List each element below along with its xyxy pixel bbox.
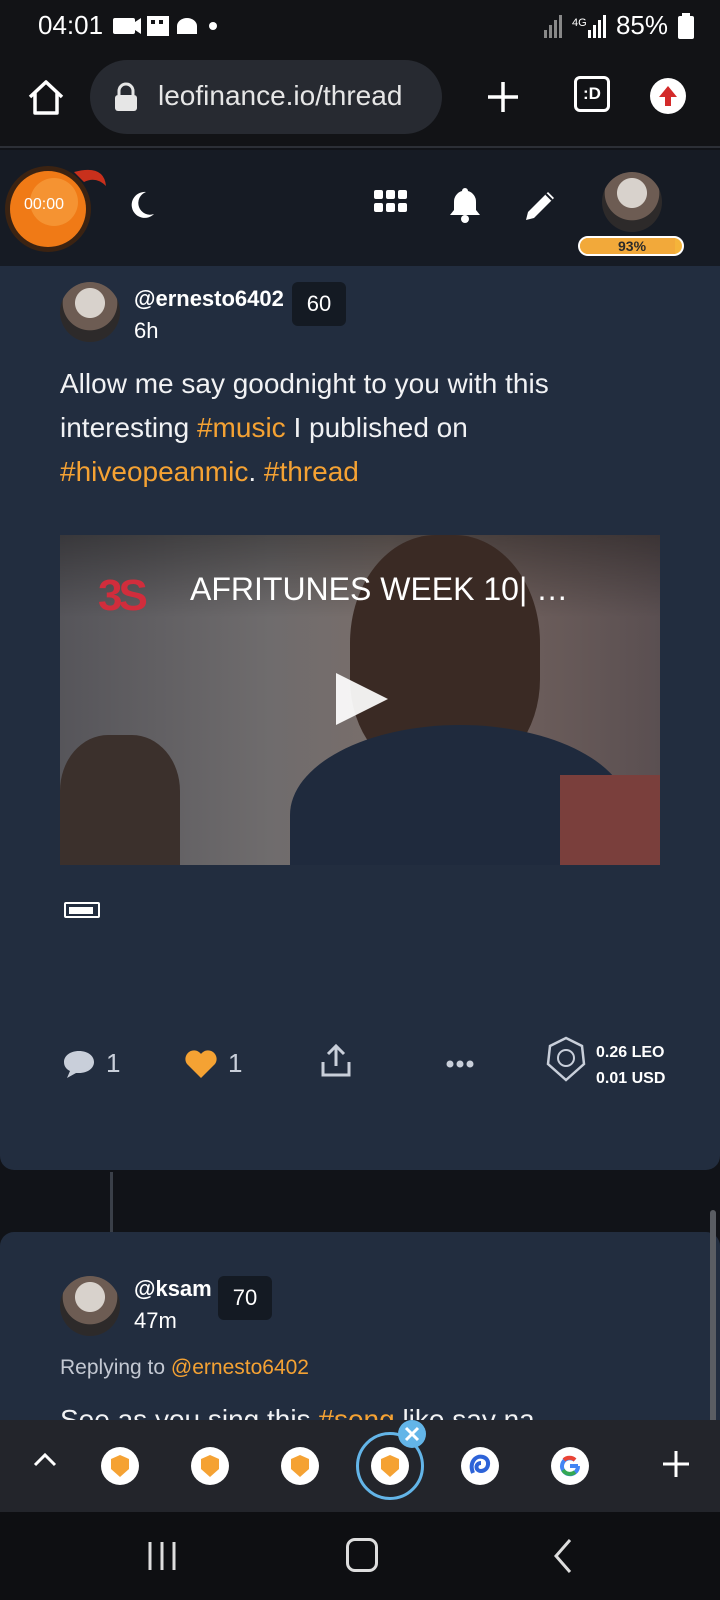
scrollbar[interactable] xyxy=(710,1210,716,1430)
payout-usd: 0.01 USD xyxy=(596,1070,666,1087)
thread-connector xyxy=(110,1172,113,1232)
voting-power-bar: 93% xyxy=(578,236,684,256)
image-placeholder-icon xyxy=(64,902,100,918)
status-bar: 04:01 4G 85% xyxy=(0,0,720,52)
payout-leo: 0.26 LEO xyxy=(596,1044,665,1061)
close-tab-icon[interactable] xyxy=(398,1420,426,1448)
battery-percent: 85% xyxy=(615,10,668,40)
audio-player-logo[interactable]: 00:00 xyxy=(4,164,106,254)
reply-body: See as you sing this #song like say na xyxy=(60,1398,535,1422)
svg-text:4G: 4G xyxy=(572,17,587,29)
plus-icon[interactable] xyxy=(660,1448,692,1485)
video-thumbnail-bg xyxy=(560,775,660,865)
reputation-badge: 60 xyxy=(292,282,346,326)
tab-count: :D xyxy=(583,84,601,103)
upload-icon[interactable] xyxy=(650,78,686,114)
notification-icons xyxy=(113,12,223,46)
like-count: 1 xyxy=(228,1048,243,1078)
channel-logo: 3S xyxy=(98,571,148,620)
replying-to-user[interactable]: @ernesto6402 xyxy=(171,1356,309,1379)
pencil-icon[interactable] xyxy=(522,188,558,229)
heart-icon xyxy=(185,1049,217,1078)
more-icon[interactable] xyxy=(446,1056,474,1074)
apps-grid-icon[interactable] xyxy=(374,190,408,221)
share-icon[interactable] xyxy=(320,1043,352,1083)
hashtag-link[interactable]: #music xyxy=(197,412,286,443)
lock-icon xyxy=(114,82,138,117)
thread-reply: @ksam 70 47m Replying to @ernesto6402 Se… xyxy=(0,1232,720,1422)
lion-icon xyxy=(544,1036,588,1087)
system-status: 4G 85% xyxy=(543,10,694,41)
post-body: Allow me say goodnight to you with this … xyxy=(60,362,660,494)
moon-icon[interactable] xyxy=(128,190,156,225)
post-age: 6h xyxy=(134,318,159,343)
url-text: leofinance.io/thread xyxy=(158,80,403,111)
tab-strip xyxy=(0,1420,720,1512)
reply-author-name[interactable]: @ksam xyxy=(134,1276,212,1302)
post-text-segment: . xyxy=(248,456,264,487)
recents-icon[interactable] xyxy=(146,1540,178,1577)
tab-leo-1[interactable] xyxy=(101,1447,139,1485)
replying-label: Replying to xyxy=(60,1356,166,1379)
browser-toolbar: leofinance.io/thread :D xyxy=(0,52,720,148)
comment-count: 1 xyxy=(106,1048,121,1078)
comment-icon xyxy=(64,1050,94,1078)
post-text-segment: I published on xyxy=(285,412,468,443)
video-thumbnail-bg-person xyxy=(60,735,180,865)
thread-post: @ernesto6402 60 6h Allow me say goodnigh… xyxy=(0,266,720,1170)
author-name[interactable]: @ernesto6402 xyxy=(134,286,284,312)
reply-age: 47m xyxy=(134,1308,177,1333)
url-bar[interactable]: leofinance.io/thread xyxy=(90,60,442,134)
voting-power-label: 93% xyxy=(618,238,647,254)
tab-hive[interactable] xyxy=(461,1447,499,1485)
back-icon[interactable] xyxy=(552,1538,574,1579)
bell-icon[interactable] xyxy=(448,186,482,229)
tab-leo-2[interactable] xyxy=(191,1447,229,1485)
tab-switcher-button[interactable]: :D xyxy=(574,76,610,112)
chevron-up-icon[interactable] xyxy=(32,1450,58,1473)
timer: 00:00 xyxy=(24,196,65,213)
video-embed[interactable]: 3S AFRITUNES WEEK 10| … xyxy=(60,535,660,865)
hashtag-link[interactable]: #thread xyxy=(264,456,359,487)
payout: 0.26 LEO 0.01 USD xyxy=(596,1040,665,1092)
tab-google[interactable] xyxy=(551,1447,589,1485)
video-title: AFRITUNES WEEK 10| … xyxy=(190,571,569,607)
system-nav-bar xyxy=(0,1512,720,1600)
battery-icon xyxy=(678,12,694,39)
home-icon[interactable] xyxy=(26,78,66,123)
home-nav-icon[interactable] xyxy=(346,1538,378,1572)
clock: 04:01 xyxy=(38,10,104,40)
site-header: 00:00 93% xyxy=(0,150,720,266)
user-avatar[interactable] xyxy=(602,172,662,232)
hashtag-link[interactable]: #hiveopeanmic xyxy=(60,456,248,487)
author-avatar[interactable] xyxy=(60,282,120,342)
play-icon[interactable] xyxy=(332,669,392,734)
new-tab-button[interactable] xyxy=(484,78,522,121)
signal-icon: 4G xyxy=(543,14,606,38)
like-button[interactable]: 1 xyxy=(184,1048,242,1079)
replying-to: Replying to @ernesto6402 xyxy=(60,1356,309,1380)
comment-button[interactable]: 1 xyxy=(62,1048,120,1079)
reply-reputation-badge: 70 xyxy=(218,1276,272,1320)
reply-author-avatar[interactable] xyxy=(60,1276,120,1336)
tab-leo-3[interactable] xyxy=(281,1447,319,1485)
active-tab-favicon xyxy=(371,1447,409,1485)
